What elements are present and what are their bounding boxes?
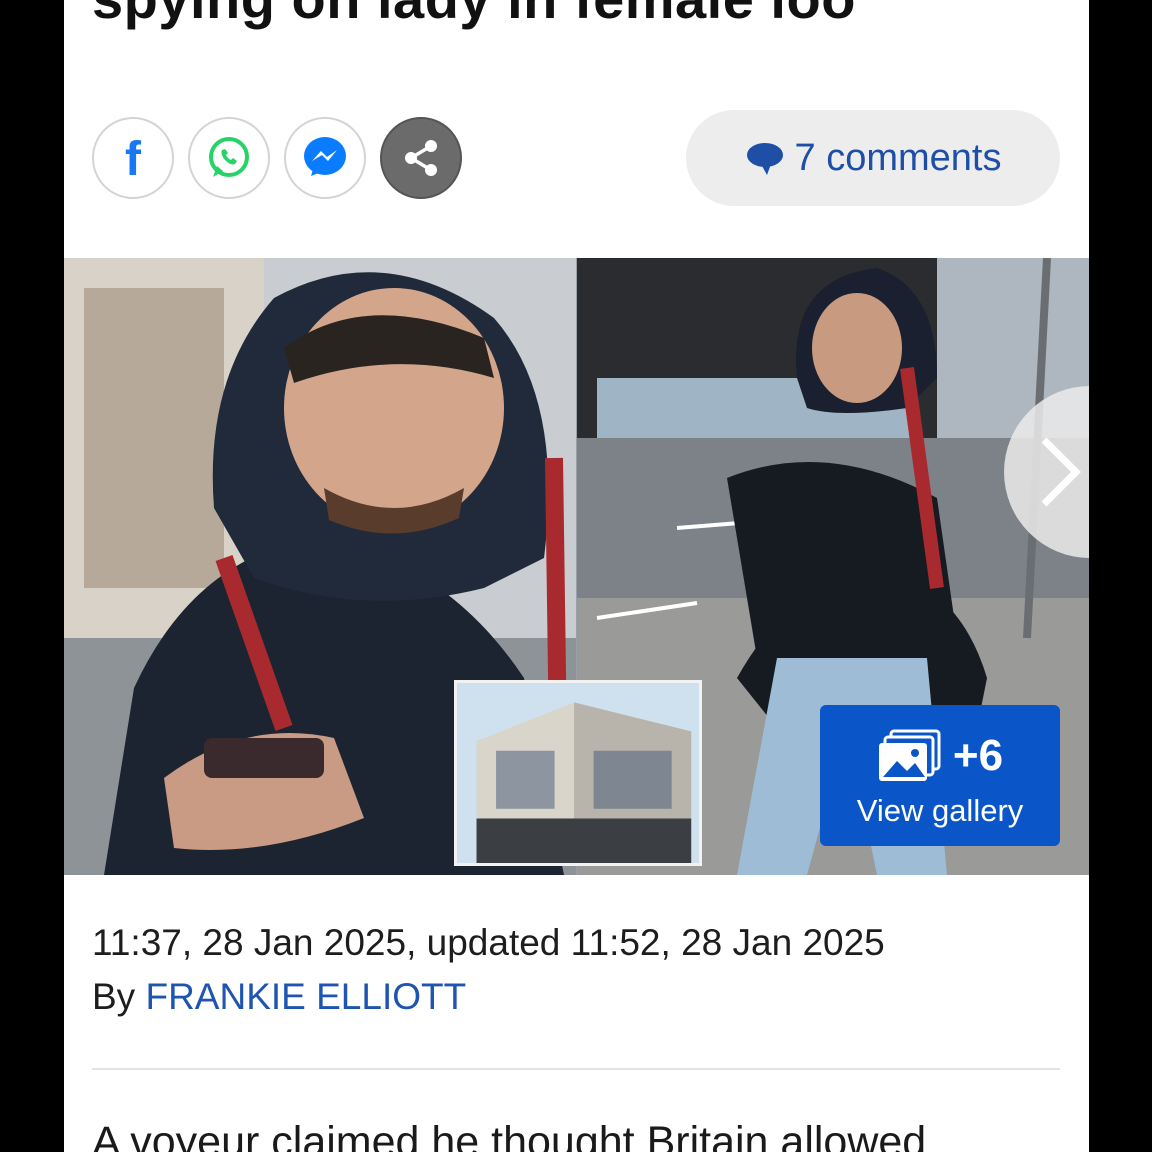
gallery-count: +6 [952,731,1004,780]
chevron-right-icon [1041,437,1081,507]
facebook-share-button[interactable]: f [92,117,174,199]
facebook-icon: f [125,133,141,186]
share-icon [405,140,437,176]
comments-count: 7 comments [794,136,1002,179]
comments-button[interactable]: 7 comments [686,110,1060,206]
more-share-button[interactable] [380,117,462,199]
messenger-icon [304,137,346,176]
whatsapp-icon [209,137,249,177]
gallery-label: View gallery [856,793,1024,828]
article-image-carousel[interactable]: +6 View gallery [64,258,1089,875]
gallery-icon [878,729,941,781]
messenger-share-button[interactable] [284,117,366,199]
byline: By FRANKIE ELLIOTT [92,976,466,1018]
author-link[interactable]: FRANKIE ELLIOTT [145,976,466,1017]
byline-prefix: By [92,976,136,1017]
article-timestamp: 11:37, 28 Jan 2025, updated 11:52, 28 Ja… [92,922,885,963]
share-bar: f [92,117,462,199]
inset-building-photo [454,680,702,866]
comment-bubble-icon [746,143,783,175]
article-page: spying on lady in female loo f [64,0,1089,1152]
divider [92,1068,1060,1070]
article-headline: spying on lady in female loo [92,0,856,31]
article-body-first-line: A voyeur claimed he thought Britain allo… [92,1118,927,1152]
view-gallery-button[interactable]: +6 View gallery [820,705,1060,846]
whatsapp-share-button[interactable] [188,117,270,199]
